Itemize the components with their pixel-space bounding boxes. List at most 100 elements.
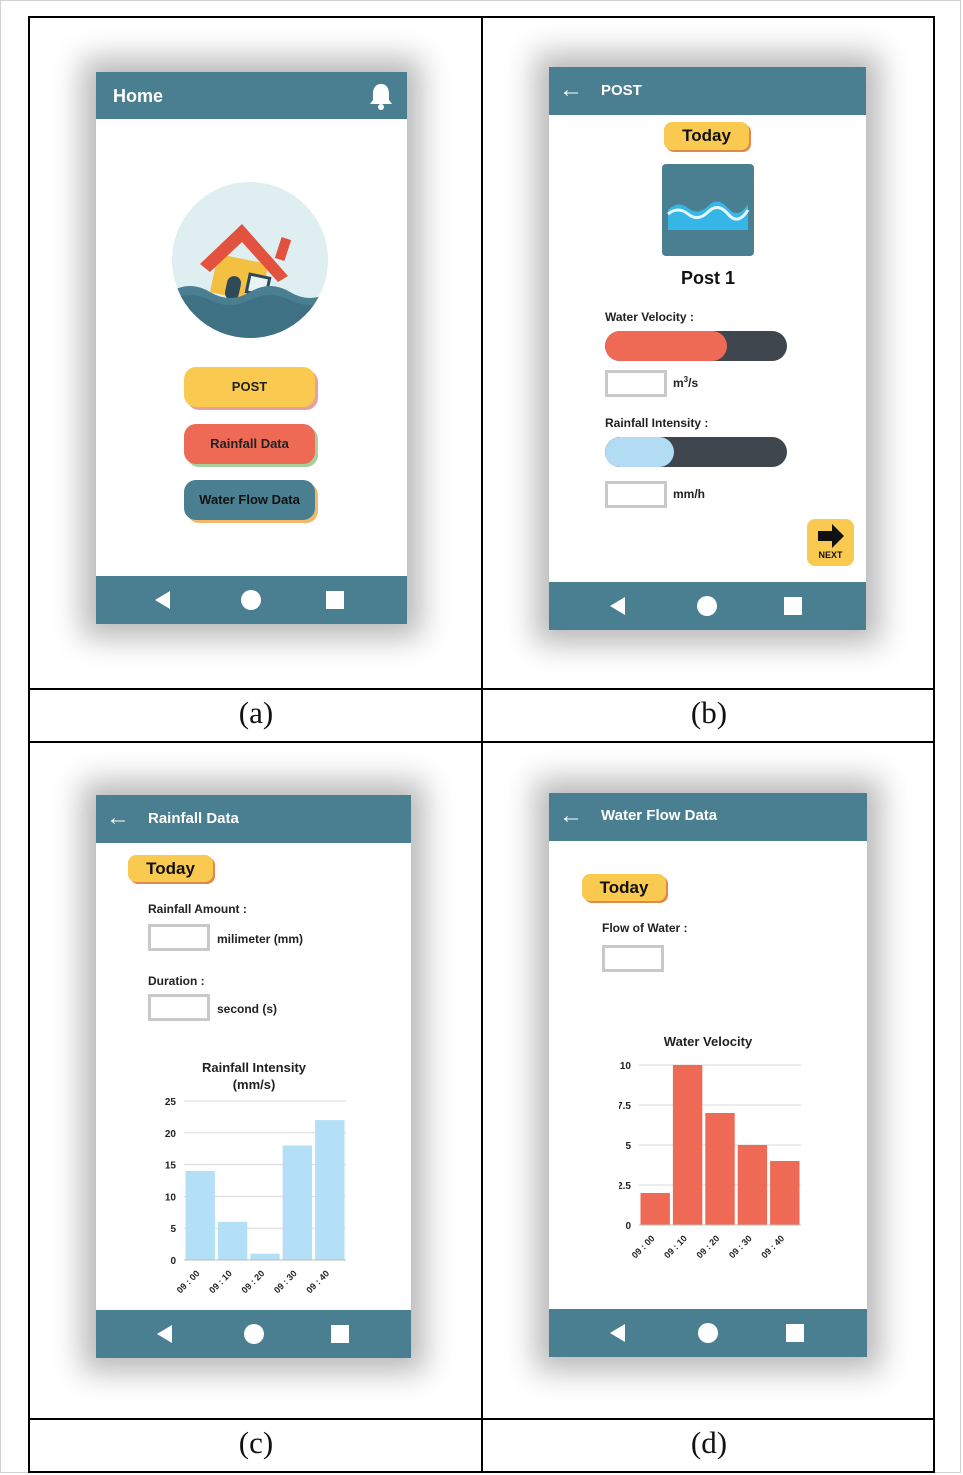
next-button[interactable]: NEXT <box>807 519 854 566</box>
system-nav-bar <box>96 1310 411 1358</box>
x-tick-label: 09 : 20 <box>240 1268 267 1295</box>
y-tick-label: 7.5 <box>619 1101 631 1112</box>
bell-icon[interactable] <box>368 82 394 110</box>
nav-back-icon[interactable] <box>157 1325 172 1343</box>
y-tick-label: 20 <box>165 1129 177 1140</box>
nav-recent-icon[interactable] <box>786 1324 804 1342</box>
rainfall-intensity-bar-fill <box>605 437 675 467</box>
bar <box>737 1145 768 1225</box>
bar <box>315 1120 345 1260</box>
page-title: Rainfall Data <box>148 810 239 827</box>
x-tick-label: 09 : 10 <box>207 1268 234 1295</box>
nav-recent-icon[interactable] <box>331 1325 349 1343</box>
nav-recent-icon[interactable] <box>326 591 344 609</box>
nav-home-icon[interactable] <box>698 1323 718 1343</box>
y-tick-label: 5 <box>170 1224 176 1235</box>
x-tick-label: 09 : 00 <box>630 1233 657 1260</box>
caption-a: (a) <box>238 695 274 730</box>
grid-line-row3 <box>28 1418 935 1420</box>
flow-of-water-label: Flow of Water : <box>602 921 688 935</box>
y-tick-label: 15 <box>165 1161 177 1172</box>
nav-home-icon[interactable] <box>697 596 717 616</box>
back-arrow-icon[interactable]: ← <box>559 804 583 828</box>
y-tick-label: 5 <box>625 1141 631 1152</box>
x-tick-label: 09 : 10 <box>662 1233 689 1260</box>
nav-home-icon[interactable] <box>244 1324 264 1344</box>
back-arrow-icon[interactable]: ← <box>106 806 130 830</box>
app-bar: ← POST <box>549 67 866 115</box>
duration-unit: second (s) <box>217 1002 278 1016</box>
rainfall-amount-label: Rainfall Amount : <box>148 902 247 916</box>
today-button[interactable]: Today <box>128 855 213 882</box>
y-tick-label: 25 <box>165 1097 177 1108</box>
bar <box>185 1170 215 1260</box>
chart-subtitle: (mm/s) <box>233 1077 276 1092</box>
y-tick-label: 2.5 <box>619 1181 631 1192</box>
y-tick-label: 10 <box>620 1061 632 1072</box>
x-tick-label: 09 : 40 <box>759 1233 786 1260</box>
x-tick-label: 09 : 30 <box>272 1268 299 1295</box>
right-arrow-icon <box>818 524 844 548</box>
nav-home-icon[interactable] <box>241 590 261 610</box>
rainfall-intensity-unit: mm/h <box>673 487 706 501</box>
y-tick-label: 10 <box>165 1192 177 1203</box>
grid-line-bottom <box>28 1471 935 1473</box>
flooded-house-illustration <box>172 182 328 338</box>
back-arrow-icon[interactable]: ← <box>559 78 583 102</box>
post-button[interactable]: POST <box>184 367 315 407</box>
rainfall-intensity-label: Rainfall Intensity : <box>605 416 709 430</box>
caption-c: (c) <box>238 1425 274 1460</box>
rainfall-data-button[interactable]: Rainfall Data <box>184 424 315 464</box>
rainfall-intensity-bar <box>605 437 787 467</box>
page-title: POST <box>601 82 642 99</box>
app-bar: ← Rainfall Data <box>96 795 411 843</box>
caption-d: (d) <box>690 1425 728 1460</box>
page-title: Water Flow Data <box>601 807 718 824</box>
water-velocity-bar-fill <box>605 331 727 361</box>
phone-screen-rainfall: ← Rainfall Data Today Rainfall Amount : … <box>96 795 411 1358</box>
phone-screen-home: Home POST Rainfall Data Water Flow Data <box>96 72 407 624</box>
grid-line-right <box>933 16 935 1473</box>
x-tick-label: 09 : 30 <box>727 1233 754 1260</box>
bar <box>770 1161 800 1225</box>
system-nav-bar <box>549 1309 867 1357</box>
water-velocity-bar <box>605 331 787 361</box>
today-button[interactable]: Today <box>664 122 749 150</box>
nav-back-icon[interactable] <box>610 1324 625 1342</box>
rainfall-amount-unit: milimeter (mm) <box>217 932 304 946</box>
chart-title: Water Velocity <box>664 1034 753 1049</box>
rainfall-intensity-chart: Rainfall Intensity (mm/s) 0 5 10 15 20 25 09 : 0… <box>165 1060 346 1295</box>
today-button[interactable]: Today <box>582 874 666 901</box>
app-bar: Home <box>96 72 407 119</box>
chart-title: Rainfall Intensity <box>202 1060 307 1075</box>
rainfall-intensity-input[interactable] <box>605 481 667 508</box>
app-bar: ← Water Flow Data <box>549 793 867 841</box>
water-waves-icon <box>662 164 754 256</box>
system-nav-bar <box>549 582 866 630</box>
bar <box>705 1113 735 1225</box>
nav-back-icon[interactable] <box>610 597 625 615</box>
bar <box>672 1065 703 1225</box>
system-nav-bar <box>96 576 407 624</box>
post-name: Post 1 <box>680 268 736 288</box>
phone-screen-water-flow: ← Water Flow Data Today Flow of Water : … <box>549 793 867 1357</box>
nav-back-icon[interactable] <box>155 591 170 609</box>
next-label: NEXT <box>818 550 843 560</box>
water-velocity-chart: Water Velocity02.557.51009 : 00 09 : 10 09… <box>619 1034 801 1260</box>
grid-line-middle <box>481 16 483 1473</box>
duration-input[interactable] <box>148 994 210 1021</box>
nav-recent-icon[interactable] <box>784 597 802 615</box>
caption-b: (b) <box>690 695 728 730</box>
water-velocity-unit: m3/s <box>673 375 699 390</box>
water-velocity-input[interactable] <box>605 370 667 397</box>
duration-label: Duration : <box>148 974 205 988</box>
water-flow-data-button[interactable]: Water Flow Data <box>184 480 315 520</box>
x-tick-label: 09 : 00 <box>175 1268 202 1295</box>
rainfall-amount-input[interactable] <box>148 924 210 951</box>
grid-line-left <box>28 16 30 1473</box>
bar <box>217 1221 248 1260</box>
x-tick-label: 09 : 40 <box>304 1268 331 1295</box>
bar <box>250 1253 280 1260</box>
flow-of-water-input[interactable] <box>602 945 664 972</box>
grid-line-row1 <box>28 688 935 690</box>
